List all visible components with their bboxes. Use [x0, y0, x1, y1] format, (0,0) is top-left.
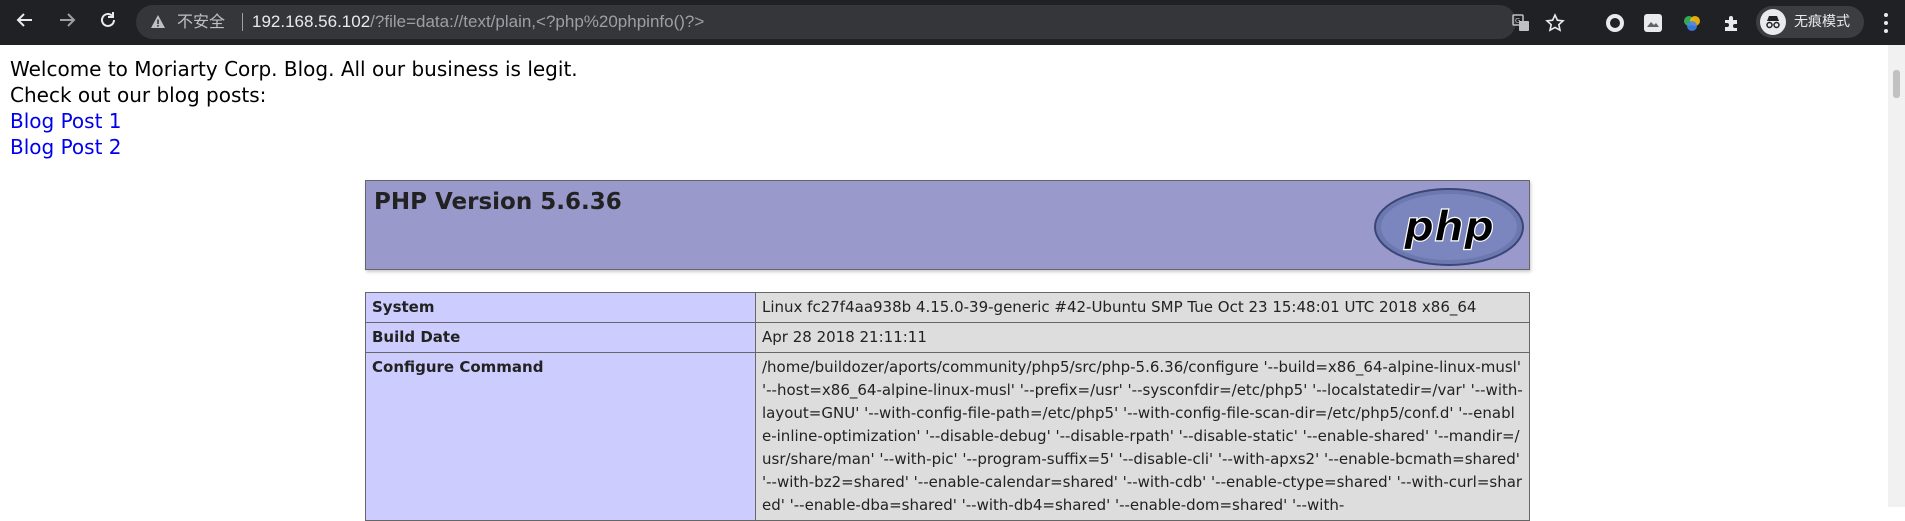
scrollbar-track[interactable]: [1888, 45, 1905, 507]
table-value: Linux fc27f4aa938b 4.15.0-39-generic #42…: [755, 292, 1530, 323]
table-key: Build Date: [365, 322, 756, 353]
blog-post-1-link[interactable]: Blog Post 1: [10, 108, 578, 134]
phpinfo-table: System Linux fc27f4aa938b 4.15.0-39-gene…: [365, 292, 1530, 521]
php-version-title: PHP Version 5.6.36: [374, 189, 622, 215]
blog-post-2-link[interactable]: Blog Post 2: [10, 134, 578, 160]
blog-intro: Welcome to Moriarty Corp. Blog. All our …: [10, 56, 578, 160]
incognito-label: 无痕模式: [1794, 14, 1850, 30]
back-button[interactable]: [10, 7, 40, 37]
extension-circle-icon[interactable]: [1603, 11, 1627, 35]
reload-button[interactable]: [93, 7, 123, 37]
scrollbar-thumb[interactable]: [1893, 70, 1900, 98]
reload-icon: [98, 10, 118, 34]
extension-color-icon[interactable]: [1680, 11, 1704, 35]
table-row: System Linux fc27f4aa938b 4.15.0-39-gene…: [365, 292, 1530, 323]
omnibox-divider: [242, 13, 243, 31]
extension-image-icon[interactable]: [1641, 11, 1665, 35]
bookmark-star-icon[interactable]: [1544, 12, 1566, 34]
table-key: Configure Command: [365, 352, 756, 521]
incognito-icon: [1760, 9, 1786, 35]
table-value: Apr 28 2018 21:11:11: [755, 322, 1530, 353]
forward-button[interactable]: [52, 7, 82, 37]
extensions-puzzle-icon[interactable]: [1720, 11, 1744, 35]
checkout-text: Check out our blog posts:: [10, 83, 267, 107]
browser-toolbar: 不安全 192.168.56.102/?file=data://text/pla…: [0, 0, 1905, 45]
url-text[interactable]: 192.168.56.102/?file=data://text/plain,<…: [252, 12, 704, 32]
phpinfo-header: PHP Version 5.6.36 php: [365, 180, 1530, 270]
php-logo[interactable]: php: [1373, 187, 1525, 267]
warning-icon[interactable]: [150, 14, 166, 34]
table-value: /home/buildozer/aports/community/php5/sr…: [755, 352, 1530, 521]
table-row: Configure Command /home/buildozer/aports…: [365, 352, 1530, 521]
svg-text:G: G: [1515, 17, 1520, 25]
url-path: /?file=data://text/plain,<?php%20phpinfo…: [370, 12, 705, 31]
address-bar[interactable]: 不安全 192.168.56.102/?file=data://text/pla…: [136, 5, 1565, 39]
welcome-text: Welcome to Moriarty Corp. Blog. All our …: [10, 57, 578, 81]
table-key: System: [365, 292, 756, 323]
back-arrow-icon: [15, 10, 35, 34]
forward-arrow-icon: [57, 10, 77, 34]
insecure-label[interactable]: 不安全: [177, 12, 225, 32]
translate-icon[interactable]: G: [1510, 12, 1532, 34]
incognito-profile-button[interactable]: 无痕模式: [1756, 6, 1864, 38]
url-host: 192.168.56.102: [252, 12, 371, 31]
menu-dots-icon[interactable]: [1876, 9, 1896, 37]
table-row: Build Date Apr 28 2018 21:11:11: [365, 322, 1530, 353]
php-logo-text: php: [1403, 202, 1494, 251]
